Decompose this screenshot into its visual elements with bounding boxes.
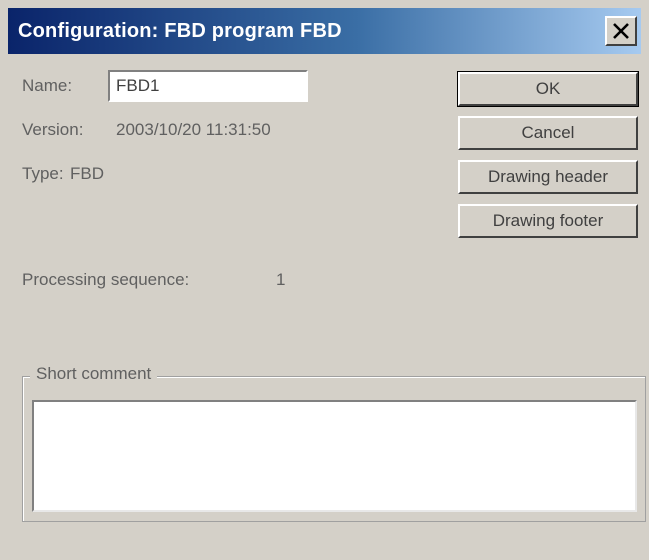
- configuration-dialog: Configuration: FBD program FBD Name: Ver…: [0, 0, 649, 560]
- close-icon: [613, 23, 629, 39]
- type-value: FBD: [70, 164, 104, 183]
- drawing-footer-button[interactable]: Drawing footer: [458, 204, 638, 238]
- version-label: Version:: [22, 120, 84, 139]
- name-input[interactable]: [108, 70, 308, 102]
- cancel-button[interactable]: Cancel: [458, 116, 638, 150]
- short-comment-textarea[interactable]: [32, 400, 637, 512]
- close-button[interactable]: [605, 16, 637, 46]
- ok-button[interactable]: OK: [457, 71, 639, 107]
- processing-sequence-value: 1: [276, 270, 286, 289]
- window-title: Configuration: FBD program FBD: [18, 20, 342, 42]
- short-comment-legend: Short comment: [30, 364, 158, 384]
- version-value: 2003/10/20 11:31:50: [116, 120, 271, 139]
- name-label: Name:: [22, 76, 73, 95]
- drawing-header-button[interactable]: Drawing header: [458, 160, 638, 194]
- type-label: Type:: [22, 164, 64, 183]
- title-bar[interactable]: Configuration: FBD program FBD: [8, 8, 641, 54]
- processing-sequence-label: Processing sequence:: [22, 270, 190, 289]
